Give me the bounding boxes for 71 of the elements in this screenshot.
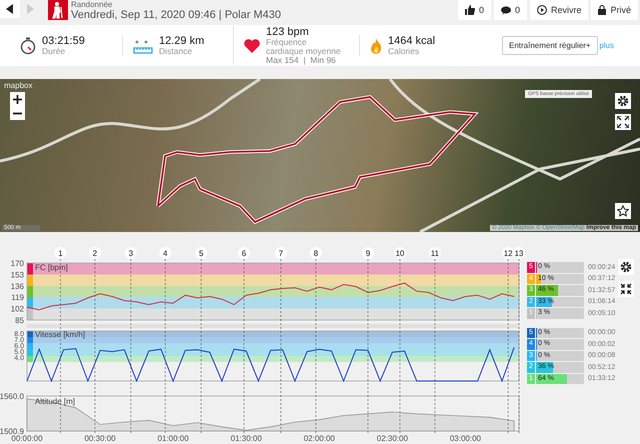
lap-marker[interactable]: 8: [310, 247, 322, 259]
stat-value: 03:21:59: [42, 35, 86, 47]
axis-tick-label: 1560.0: [0, 392, 24, 401]
plus-icon: [13, 94, 22, 104]
axis-tick-label: 136: [10, 282, 24, 291]
thumbs-up-icon: [464, 5, 475, 15]
play-icon: [536, 5, 547, 15]
lap-marker[interactable]: 11: [428, 247, 441, 259]
lap-marker[interactable]: 10: [394, 247, 406, 259]
stat-label: Distance: [159, 47, 194, 56]
settings-icon: [620, 261, 632, 273]
stat-detail: Max 154 | Min 96: [266, 56, 336, 65]
lap-marker[interactable]: 9: [362, 247, 374, 259]
axis-tick-label: 03:00:00: [450, 434, 481, 443]
stat-label: Calories: [388, 47, 420, 56]
heart-icon: [244, 38, 260, 52]
axis-tick-label: 01:00:00: [158, 434, 189, 443]
stat-label: Durée: [42, 47, 66, 56]
training-type-button[interactable]: Entraînement régulier+: [502, 36, 598, 55]
axis-tick-label: 01:30:00: [230, 434, 262, 443]
lap-marker[interactable]: 1: [54, 247, 66, 259]
stat-value: 12.29 km: [159, 35, 206, 47]
comment-button[interactable]: 0: [494, 0, 527, 20]
privacy-button[interactable]: Privé: [591, 0, 638, 20]
settings-icon: [617, 95, 629, 107]
speech-bubble-icon: [500, 6, 511, 14]
flame-icon: [370, 38, 382, 54]
chart-label: Vitesse [km/h]: [35, 330, 86, 339]
hiker-icon: [48, 0, 68, 20]
axis-tick-label: 153: [10, 270, 24, 280]
axis-tick-label: 170: [10, 259, 24, 268]
fullscreen-icon: [617, 116, 629, 128]
lap-marker[interactable]: 13: [513, 247, 525, 259]
lap-marker[interactable]: 12: [502, 247, 514, 259]
axis-tick-label: 00:00:00: [11, 434, 43, 443]
lap-marker[interactable]: 3: [124, 247, 137, 259]
chart-label: Altitude [m]: [35, 397, 76, 406]
axis-tick-label: 02:00:00: [304, 434, 335, 443]
stat-value: 1464 kcal: [388, 35, 436, 47]
stat-label: Fréquence cardiaque moyenne: [266, 38, 342, 56]
lap-marker[interactable]: 6: [238, 247, 250, 259]
axis-tick-label: 1500.9: [0, 427, 24, 436]
zoom-in-button[interactable]: [10, 92, 25, 106]
axis-tick-label: 85: [15, 316, 24, 325]
axis-tick-label: 102: [10, 304, 24, 314]
map-logo: mapbox: [4, 81, 32, 90]
fullscreen-button[interactable]: [615, 114, 631, 130]
axis-tick-label: 00:30:00: [84, 434, 116, 443]
settings-button[interactable]: [618, 259, 634, 275]
activity-type: Randonnée: [71, 0, 114, 9]
favorite-button[interactable]: [615, 203, 631, 219]
lap-marker[interactable]: 4: [159, 247, 172, 259]
axis-tick-label: 119: [11, 293, 24, 302]
collapse-button[interactable]: [618, 281, 634, 297]
back-arrow-icon: [6, 4, 14, 14]
like-button[interactable]: 0: [458, 0, 491, 20]
lap-marker[interactable]: 5: [195, 247, 208, 259]
stat-value: 123 bpm: [266, 26, 310, 38]
activity-date: Vendredi, Sep 11, 2020 09:46 | Polar M430: [71, 9, 281, 22]
star-icon: [617, 205, 629, 217]
chart-label: FC [bpm]: [35, 263, 68, 272]
ruler-icon: [133, 38, 153, 54]
replay-button[interactable]: Revivre: [530, 0, 588, 20]
lap-marker[interactable]: 7: [274, 247, 287, 259]
settings-button[interactable]: [615, 93, 631, 109]
lock-icon: [598, 5, 606, 15]
lap-marker[interactable]: 2: [88, 247, 101, 259]
axis-tick-label: 02:30:00: [376, 434, 408, 443]
shrink-icon: [620, 283, 632, 295]
stopwatch-icon: [20, 36, 36, 54]
back-button[interactable]: [0, 0, 20, 18]
